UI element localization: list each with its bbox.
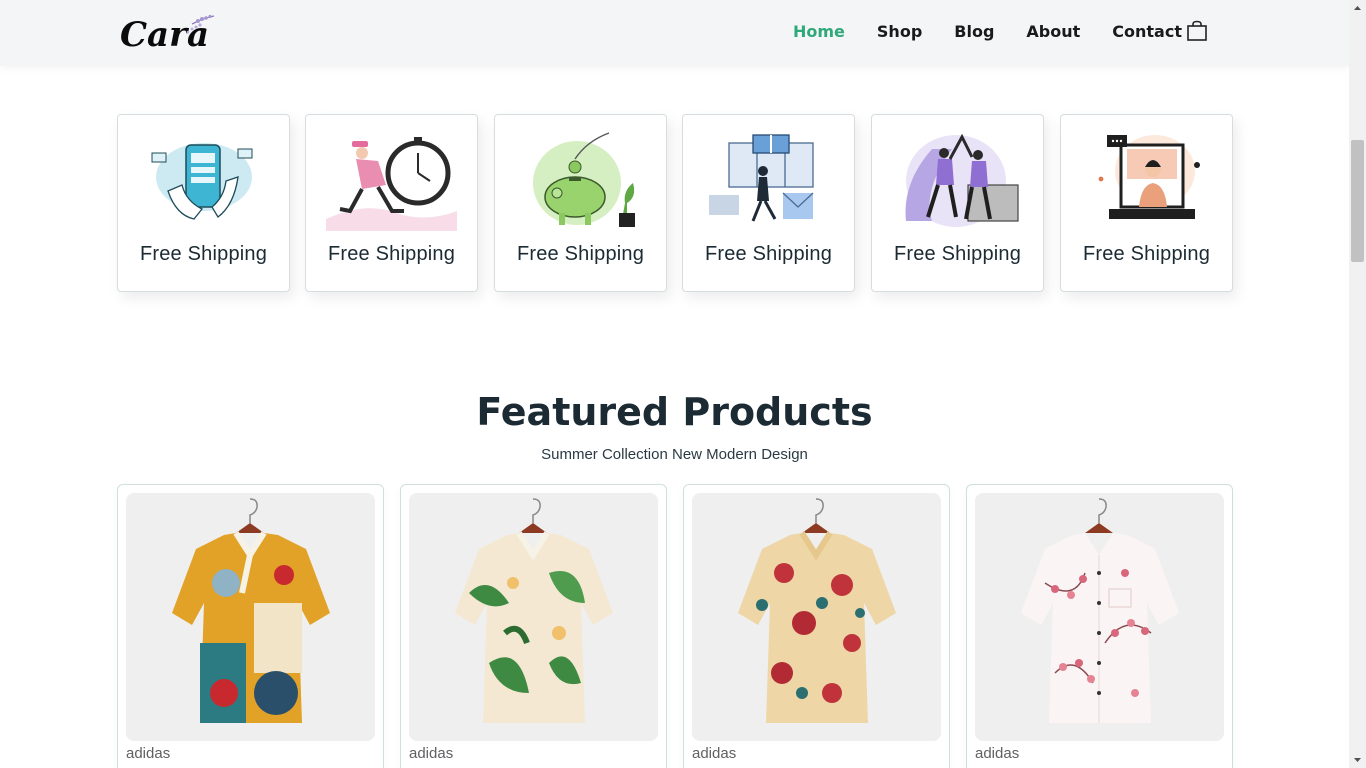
scroll-down-icon[interactable] [1349,751,1366,768]
gift-promotion-illustration [709,134,814,222]
scroll-up-icon[interactable] [1349,0,1366,17]
feature-label: Free Shipping [893,243,1022,265]
product-image[interactable] [126,493,375,741]
product-image[interactable] [692,493,941,741]
feature-card[interactable]: Free Shipping [494,114,667,292]
nav-about[interactable]: About [1026,22,1080,41]
teamwork-high-five-illustration [905,133,1019,227]
product-brand: adidas [692,745,737,762]
product-card[interactable]: adidas [966,484,1233,768]
product-card[interactable]: adidas [117,484,384,768]
cara-logo[interactable]: Cara [118,8,228,56]
feature-card[interactable]: Free Shipping [117,114,290,292]
product-card[interactable]: adidas [683,484,950,768]
page: Cara Home Shop Blog About Contact Free S… [0,0,1349,768]
online-order-illustration [151,143,253,220]
product-image[interactable] [975,493,1224,741]
logo-text: Cara [120,15,209,55]
feature-label: Free Shipping [139,243,268,265]
pink-blossom-white-shirt [1021,498,1179,723]
feature-label: Free Shipping [1082,243,1211,265]
product-brand: adidas [975,745,1020,762]
nav-contact[interactable]: Contact [1112,22,1182,41]
product-image[interactable] [409,493,658,741]
scroll-thumb[interactable] [1351,140,1364,262]
feature-card[interactable]: Free Shipping [1060,114,1233,292]
main-nav: Home Shop Blog About Contact [793,18,1214,44]
feature-card[interactable]: Free Shipping [305,114,478,292]
patterned-short-sleeve-shirt [172,498,330,723]
nav-shop[interactable]: Shop [877,22,922,41]
product-brand: adidas [126,745,171,762]
vertical-scrollbar[interactable] [1349,0,1366,768]
product-card[interactable]: adidas [400,484,667,768]
feature-card[interactable]: Free Shipping [871,114,1044,292]
nav-home[interactable]: Home [793,22,845,41]
nav-blog[interactable]: Blog [954,22,994,41]
product-brand: adidas [409,745,454,762]
feature-label: Free Shipping [516,243,645,265]
feature-label: Free Shipping [704,243,833,265]
site-header: Cara Home Shop Blog About Contact [0,0,1349,66]
piggy-bank-savings-illustration [533,132,635,227]
shopping-bag-icon[interactable] [1186,20,1208,42]
feature-card[interactable]: Free Shipping [682,114,855,292]
section-title: Featured Products [476,390,873,434]
floral-rose-print-shirt [738,498,896,723]
feature-label: Free Shipping [327,243,456,265]
fast-delivery-clock-illustration [326,137,457,231]
laptop-support-illustration [1098,135,1200,219]
section-subtitle: Summer Collection New Modern Design [541,446,808,463]
tropical-leaf-print-shirt [455,498,613,723]
